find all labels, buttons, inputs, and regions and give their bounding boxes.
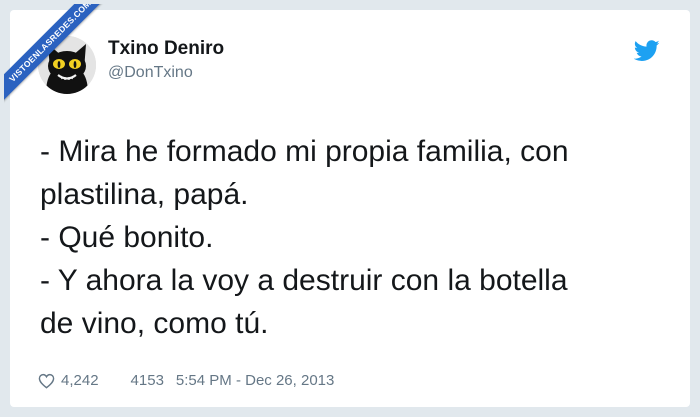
tweet-card: VISTOENLASREDES.COM Txino Deniro @DonTxi…: [4, 4, 690, 407]
heart-icon[interactable]: [38, 373, 55, 389]
watermark-ribbon: VISTOENLASREDES.COM: [4, 4, 114, 114]
display-name[interactable]: Txino Deniro: [108, 38, 224, 60]
tweet-footer: 4,242 4153 5:54 PM - Dec 26, 2013: [38, 372, 334, 389]
tweet-timestamp[interactable]: 5:54 PM - Dec 26, 2013: [176, 372, 334, 389]
twitter-bird-icon[interactable]: [633, 40, 660, 62]
retweet-count: 4153: [130, 372, 164, 389]
watermark-text: VISTOENLASREDES.COM: [4, 4, 113, 104]
user-handle[interactable]: @DonTxino: [108, 64, 193, 82]
like-count[interactable]: 4,242: [61, 372, 99, 389]
tweet-text: - Mira he formado mi propia familia, con…: [40, 135, 569, 340]
